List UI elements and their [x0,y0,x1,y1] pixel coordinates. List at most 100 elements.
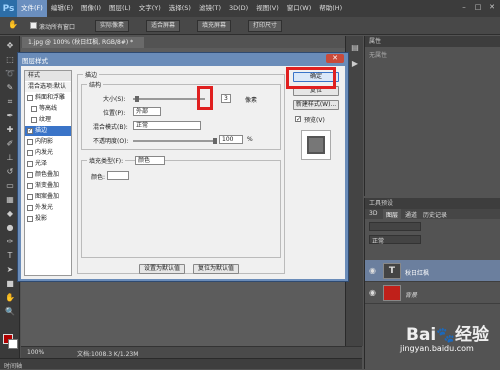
actual-pixels-button[interactable]: 实际像素 [95,20,130,32]
style-item[interactable]: 斜面和浮雕 [25,93,71,103]
layer-row[interactable]: ◉ T 秋日红枫 [365,260,500,282]
opacity-slider-knob[interactable] [213,138,217,144]
stroke-color-swatch[interactable] [107,171,129,180]
eraser-tool-icon[interactable]: ▭ [3,180,17,191]
style-checkbox[interactable] [27,216,33,222]
history-panel-icon[interactable]: ▤ [348,42,362,53]
scroll-all-checkbox[interactable] [30,22,37,29]
size-input[interactable]: 3 [221,94,231,103]
stamp-tool-icon[interactable]: ⊥ [3,152,17,163]
fill-screen-button[interactable]: 填充屏幕 [197,20,232,32]
style-checkbox[interactable] [27,139,33,145]
zoom-level[interactable]: 100% [27,349,44,356]
menu-item[interactable]: 视图(V) [252,0,283,17]
eyedropper-tool-icon[interactable]: ✒ [3,110,17,121]
style-item[interactable]: 纹理 [25,115,71,125]
dodge-tool-icon[interactable]: ● [3,222,17,233]
close-icon[interactable]: ✕ [486,2,498,12]
actions-panel-icon[interactable]: ▶ [348,58,362,69]
style-item[interactable]: 图案叠加 [25,192,71,202]
style-checkbox[interactable] [27,194,33,200]
menu-item[interactable]: 图像(I) [77,0,105,17]
style-checkbox[interactable] [27,95,33,101]
style-item[interactable]: 内发光 [25,148,71,158]
properties-panel-title: 属性 [365,36,500,47]
tab-history[interactable]: 历史记录 [423,210,447,219]
size-slider[interactable] [133,98,205,100]
styles-header[interactable]: 样式 [25,71,71,81]
style-checkbox[interactable] [31,117,37,123]
opacity-slider[interactable] [133,140,215,142]
eye-icon[interactable]: ◉ [369,288,379,298]
layer-filter[interactable] [369,222,421,231]
tab-3d[interactable]: 3D [369,210,377,217]
style-item[interactable]: 投影 [25,214,71,224]
marquee-tool-icon[interactable]: ⬚ [3,54,17,65]
close-icon[interactable]: ✕ [326,54,344,63]
size-slider-knob[interactable] [135,96,139,102]
gradient-tool-icon[interactable]: ▦ [3,194,17,205]
menu-item[interactable]: 图层(L) [105,0,135,17]
tab-layers[interactable]: 图层 [383,209,402,220]
style-checkbox[interactable] [31,106,37,112]
layer-blend-mode[interactable]: 正常 [369,235,421,245]
lasso-tool-icon[interactable]: ➰ [3,68,17,79]
dialog-body: 样式 混合选项:默认 斜面和浮雕 等高线 纹理 ✓ 描边 内阴影 内发光 光泽 颜色叠加 渐变叠加… [21,66,345,279]
quick-select-tool-icon[interactable]: ✎ [3,82,17,93]
menu-item[interactable]: 窗口(W) [283,0,316,17]
style-item[interactable]: 内阴影 [25,137,71,147]
style-item[interactable]: ✓ 描边 [25,126,71,136]
menu-item[interactable]: 编辑(E) [47,0,77,17]
zoom-tool-icon[interactable]: 🔍 [3,306,17,317]
style-item[interactable]: 渐变叠加 [25,181,71,191]
style-item[interactable]: 光泽 [25,159,71,169]
shape-tool-icon[interactable]: ■ [3,278,17,289]
move-tool-icon[interactable]: ✥ [3,40,17,51]
tab-channels[interactable]: 通道 [405,210,417,219]
style-checkbox[interactable] [27,183,33,189]
blend-mode-select[interactable]: 正常 [133,121,201,130]
hand-tool-icon[interactable]: ✋ [4,20,22,32]
menu-item[interactable]: 文字(Y) [135,0,165,17]
style-checkbox[interactable] [27,205,33,211]
hand-tool-icon[interactable]: ✋ [3,292,17,303]
layer-row[interactable]: ◉ 背景 [365,282,500,304]
history-brush-icon[interactable]: ↺ [3,166,17,177]
maximize-icon[interactable]: □ [472,2,484,12]
menu-item[interactable]: 选择(S) [165,0,195,17]
style-checkbox[interactable]: ✓ [27,128,33,134]
pen-tool-icon[interactable]: ✑ [3,236,17,247]
style-item[interactable]: 外发光 [25,203,71,213]
document-tab[interactable]: 1.jpg @ 100% (秋日红枫, RGB/8#) * [22,37,144,48]
brush-tool-icon[interactable]: ✐ [3,138,17,149]
layer-name: 秋日红枫 [405,270,430,277]
set-default-button[interactable]: 设置为默认值 [139,264,185,274]
healing-tool-icon[interactable]: ✚ [3,124,17,135]
menu-item[interactable]: 文件(F) [17,0,47,17]
style-checkbox[interactable] [27,172,33,178]
crop-tool-icon[interactable]: ⌗ [3,96,17,107]
menu-item[interactable]: 滤镜(T) [195,0,225,17]
position-select[interactable]: 外部 [133,107,161,116]
watermark-url: jingyan.baidu.com [400,344,474,353]
minimize-icon[interactable]: – [458,2,470,12]
style-item[interactable]: 等高线 [25,104,71,114]
eye-icon[interactable]: ◉ [369,266,379,276]
opacity-input[interactable]: 100 [219,135,243,144]
type-tool-icon[interactable]: T [3,250,17,261]
background-color-swatch[interactable] [8,339,18,349]
fit-screen-button[interactable]: 适合屏幕 [146,20,181,32]
menu-item[interactable]: 帮助(H) [315,0,346,17]
fill-type-select[interactable]: 颜色 [135,156,165,165]
path-select-tool-icon[interactable]: ➤ [3,264,17,275]
new-style-button[interactable]: 新建样式(W)... [293,100,339,110]
blur-tool-icon[interactable]: ◆ [3,208,17,219]
menu-item[interactable]: 3D(D) [225,0,252,17]
blend-options-item[interactable]: 混合选项:默认 [25,82,71,92]
style-checkbox[interactable] [27,150,33,156]
preview-checkbox[interactable]: ✓ [295,116,301,123]
style-checkbox[interactable] [27,161,33,167]
reset-default-button[interactable]: 复位为默认值 [193,264,239,274]
print-size-button[interactable]: 打印尺寸 [248,20,283,32]
style-item[interactable]: 颜色叠加 [25,170,71,180]
